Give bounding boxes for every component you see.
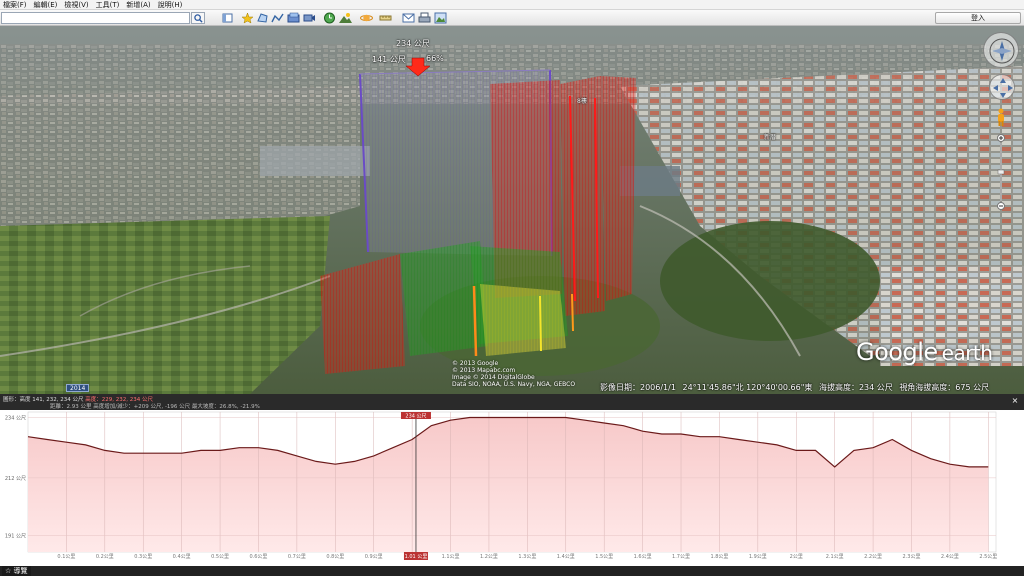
search-button[interactable] [191, 12, 205, 24]
cursor-value-label: 234 公尺 [405, 414, 426, 420]
x-tick-label: 1.4公里 [557, 554, 575, 560]
x-tick-label: 1.7公里 [672, 554, 690, 560]
sign-in-button[interactable]: 登入 [935, 12, 1021, 24]
search-icon [193, 13, 203, 23]
x-tick-label: 1.3公里 [518, 554, 536, 560]
x-tick-label: 2.5公里 [979, 554, 997, 560]
save-image-icon[interactable] [434, 12, 447, 24]
menu-bar: 檔案(F) 編輯(E) 檢視(V) 工具(T) 新增(A) 說明(H) [0, 0, 1024, 10]
x-tick-label: 0.2公里 [96, 554, 114, 560]
placemark-icon[interactable] [241, 12, 254, 24]
cursor-x-label: 1.01 公里 [405, 554, 428, 560]
x-tick-label: 0.5公里 [211, 554, 229, 560]
image-overlay-icon[interactable] [287, 12, 300, 24]
x-tick-label: 0.1公里 [57, 554, 75, 560]
planets-icon[interactable] [360, 12, 373, 24]
historical-imagery-icon[interactable] [323, 12, 336, 24]
status-bar: 影像日期：2006/1/1 24°11'45.86"北 120°40'00.66… [600, 382, 989, 393]
x-tick-label: 0.7公里 [288, 554, 306, 560]
menu-edit[interactable]: 編輯(E) [34, 0, 58, 10]
x-tick-label: 1.1公里 [442, 554, 460, 560]
x-tick-label: 2.3公里 [903, 554, 921, 560]
ground-elevation: 海拔高度：234 公尺 [818, 383, 893, 392]
path-icon[interactable] [271, 12, 284, 24]
sun-icon[interactable] [339, 12, 352, 24]
look-joystick[interactable] [983, 32, 1019, 68]
ruler-icon[interactable] [379, 12, 392, 24]
email-icon[interactable] [402, 12, 415, 24]
compass-icon [989, 38, 1015, 64]
print-icon[interactable] [418, 12, 431, 24]
x-tick-label: 0.9公里 [365, 554, 383, 560]
bottom-bar: ☆ 導覽 [0, 566, 1024, 576]
x-tick-label: 0.3公里 [134, 554, 152, 560]
menu-file[interactable]: 檔案(F) [3, 0, 27, 10]
sidebar-icon[interactable] [221, 12, 234, 24]
profile-distance-stats: 距離：2.93 公里 高度增加/減少：+209 公尺, -196 公尺 最大坡度… [50, 404, 260, 410]
tour-record-icon[interactable] [303, 12, 316, 24]
toolbar: 登入 [0, 10, 1024, 26]
slope-percent-label: 66% [426, 54, 444, 63]
x-tick-label: 1.6公里 [634, 554, 652, 560]
building-label: 8樓 [577, 98, 587, 105]
menu-tools[interactable]: 工具(T) [96, 0, 120, 10]
elevation-profile-header: 圖形：高度 141, 232, 234 公尺 高度：229, 232, 234 … [0, 394, 1024, 410]
tour-button[interactable]: ☆ 導覽 [2, 566, 31, 576]
imagery-year-badge[interactable]: 2014 [66, 384, 90, 392]
peak-elevation-label: 234 公尺 [396, 39, 430, 48]
place-label: 新厝 [764, 134, 777, 141]
menu-view[interactable]: 檢視(V) [64, 0, 88, 10]
menu-help[interactable]: 說明(H) [158, 0, 183, 10]
earth-3d-view[interactable]: 234 公尺 141 公尺 66% 8樓 新厝 Google earth © 20… [0, 26, 1024, 394]
left-elevation-label: 141 公尺 [372, 55, 406, 64]
menu-add[interactable]: 新增(A) [126, 0, 150, 10]
x-tick-label: 1.2公里 [480, 554, 498, 560]
zoom-slider[interactable] [997, 134, 1005, 210]
x-tick-label: 2.2公里 [864, 554, 882, 560]
x-tick-label: 1.8公里 [710, 554, 728, 560]
x-tick-label: 0.4公里 [173, 554, 191, 560]
imagery-date: 影像日期：2006/1/1 [600, 383, 676, 392]
elevation-chart[interactable]: 0.1公里 0.2公里 0.3公里 0.4公里 0.5公里 0.6公里 0.7公里 0.8公里… [0, 410, 1024, 560]
x-tick-label: 0.6公里 [249, 554, 267, 560]
x-tick-label: 1.5公里 [595, 554, 613, 560]
search-input[interactable] [1, 12, 190, 24]
cursor-coordinates: 24°11'45.86"北 120°40'00.66"東 [682, 383, 813, 392]
eye-altitude: 視角海拔高度：675 公尺 [899, 383, 990, 392]
copyright-notice: © 2013 Google © 2013 Mapabc.com Image © … [452, 360, 576, 388]
x-tick-label: 2公里 [790, 554, 803, 560]
pan-arrows-icon [993, 78, 1013, 98]
x-tick-label: 2.4公里 [941, 554, 959, 560]
y-tick-label: 234 公尺 [5, 415, 26, 421]
y-tick-label: 191 公尺 [5, 534, 26, 540]
street-view-pegman-icon[interactable] [996, 108, 1006, 126]
move-joystick[interactable] [989, 74, 1015, 100]
x-tick-label: 2.1公里 [826, 554, 844, 560]
close-profile-button[interactable]: × [1010, 396, 1020, 406]
x-tick-label: 0.8公里 [326, 554, 344, 560]
polygon-icon[interactable] [256, 12, 269, 24]
y-tick-label: 212 公尺 [5, 476, 26, 482]
x-tick-label: 1.9公里 [749, 554, 767, 560]
google-earth-logo: Google earth [856, 338, 993, 366]
elevation-profile-panel: 圖形：高度 141, 232, 234 公尺 高度：229, 232, 234 … [0, 394, 1024, 576]
